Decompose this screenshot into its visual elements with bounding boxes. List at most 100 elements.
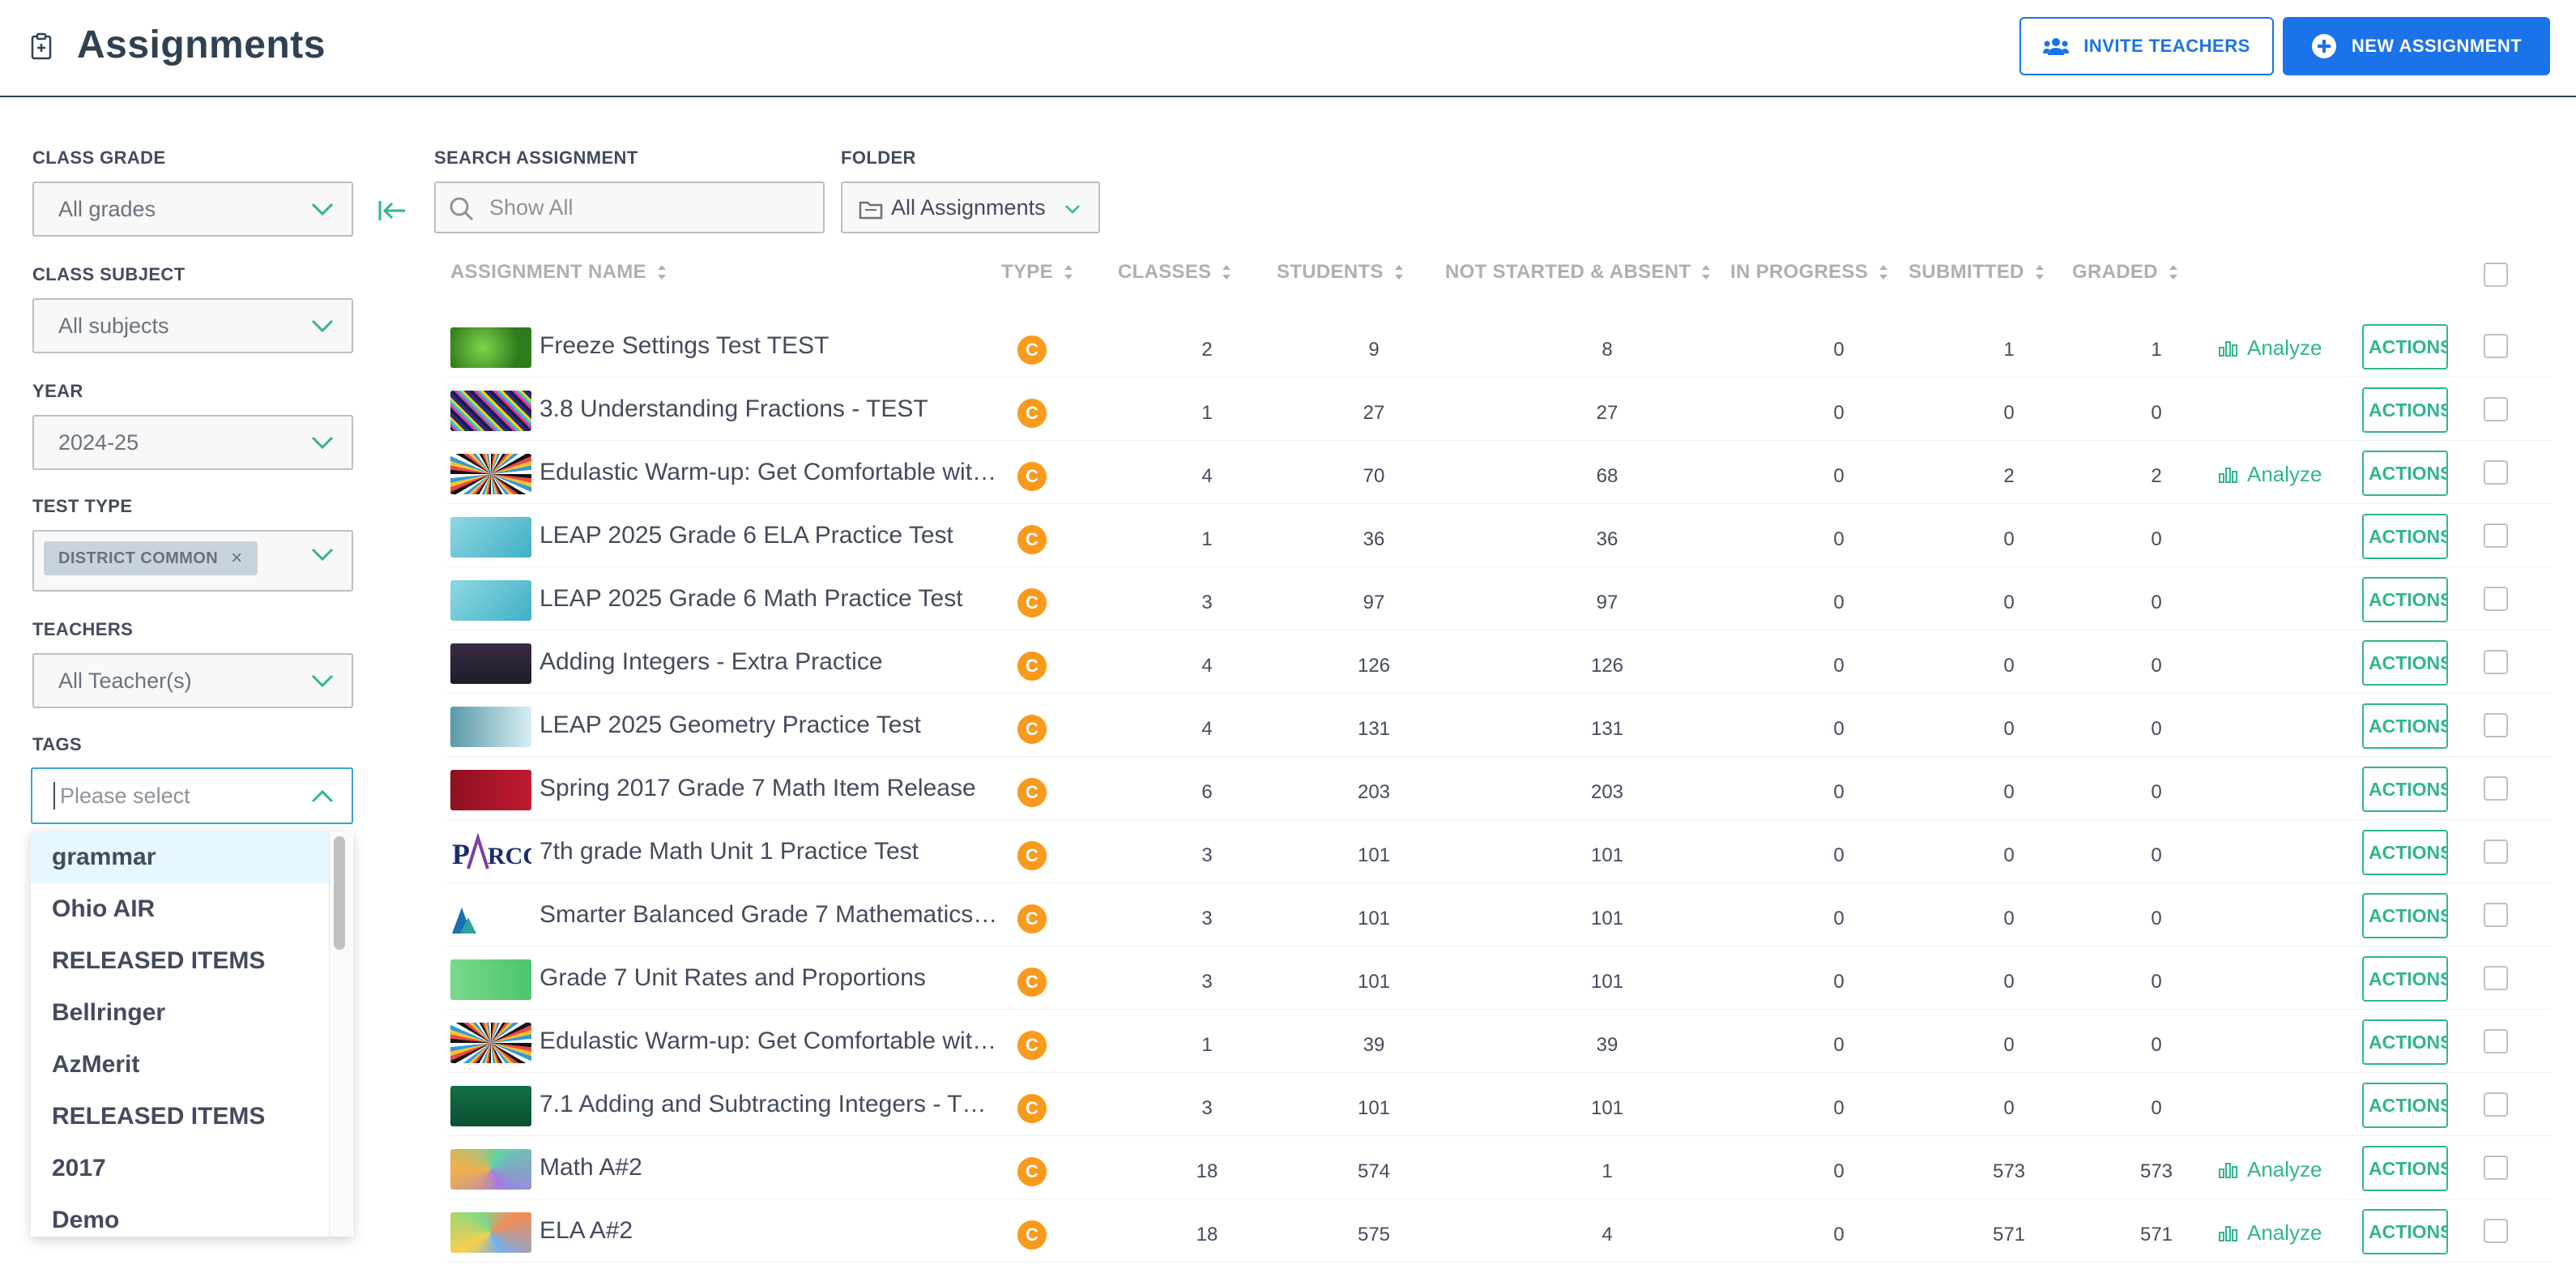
column-header-students[interactable]: STUDENTS bbox=[1277, 261, 1403, 284]
row-checkbox[interactable] bbox=[2484, 966, 2508, 990]
chevron-down-icon bbox=[311, 319, 334, 332]
analyze-link[interactable]: Analyze bbox=[2218, 335, 2322, 361]
table-row[interactable]: LEAP 2025 Grade 6 ELA Practice Test C 1 36 3… bbox=[446, 504, 2552, 567]
actions-button[interactable]: ACTIONS bbox=[2362, 1083, 2448, 1128]
actions-button[interactable]: ACTIONS bbox=[2362, 324, 2448, 370]
row-checkbox[interactable] bbox=[2484, 1156, 2508, 1180]
invite-teachers-button[interactable]: INVITE TEACHERS bbox=[2019, 17, 2274, 75]
teachers-select[interactable]: All Teacher(s) bbox=[32, 653, 353, 708]
analyze-link[interactable]: Analyze bbox=[2218, 1157, 2322, 1182]
close-icon[interactable]: × bbox=[231, 547, 242, 570]
row-checkbox[interactable] bbox=[2484, 776, 2508, 801]
assignment-name[interactable]: Edulastic Warm-up: Get Comfortable with … bbox=[540, 1028, 1001, 1055]
tags-input[interactable]: Please select bbox=[31, 767, 353, 824]
collapse-sidebar-icon[interactable] bbox=[377, 199, 407, 222]
row-checkbox[interactable] bbox=[2484, 1092, 2508, 1117]
row-checkbox[interactable] bbox=[2484, 650, 2508, 674]
class-grade-select[interactable]: All grades bbox=[32, 182, 353, 237]
dropdown-option[interactable]: AzMerit bbox=[31, 1039, 329, 1091]
actions-button[interactable]: ACTIONS bbox=[2362, 767, 2448, 812]
class-subject-select[interactable]: All subjects bbox=[32, 298, 353, 353]
assignment-name[interactable]: Grade 7 Unit Rates and Proportions bbox=[540, 964, 1001, 992]
column-header-submitted[interactable]: SUBMITTED bbox=[1909, 261, 2044, 284]
assignment-name[interactable]: 7th grade Math Unit 1 Practice Test bbox=[540, 838, 1001, 865]
actions-button[interactable]: ACTIONS bbox=[2362, 1209, 2448, 1254]
table-row[interactable]: P RCC 7th grade Math Unit 1 Practice Test C… bbox=[446, 820, 2552, 883]
dropdown-option[interactable]: Ohio AIR bbox=[31, 883, 329, 935]
folder-select[interactable]: All Assignments bbox=[841, 182, 1100, 233]
dropdown-scrollbar[interactable] bbox=[329, 831, 352, 1237]
table-row[interactable]: Grade 7 Unit Rates and Proportions C 3 101 1… bbox=[446, 946, 2552, 1010]
test-type-chip: DISTRICT COMMON × bbox=[44, 541, 258, 575]
row-checkbox[interactable] bbox=[2484, 840, 2508, 864]
graded-count: 0 bbox=[2151, 781, 2162, 803]
actions-button[interactable]: ACTIONS bbox=[2362, 956, 2448, 1002]
analyze-link[interactable]: Analyze bbox=[2218, 1220, 2322, 1246]
table-row[interactable]: 7.1 Adding and Subtracting Integers - TE… bbox=[446, 1073, 2552, 1136]
assignment-name[interactable]: LEAP 2025 Grade 6 Math Practice Test bbox=[540, 585, 1001, 613]
table-row[interactable]: LEAP 2025 Grade 6 Math Practice Test C 3 97… bbox=[446, 567, 2552, 630]
actions-button[interactable]: ACTIONS bbox=[2362, 1146, 2448, 1191]
row-checkbox[interactable] bbox=[2484, 334, 2508, 358]
row-checkbox[interactable] bbox=[2484, 903, 2508, 927]
table-row[interactable]: Smarter Balanced Grade 7 Mathematics Pra… bbox=[446, 883, 2552, 946]
assignment-name[interactable]: Smarter Balanced Grade 7 Mathematics Pra… bbox=[540, 901, 1001, 929]
assignment-name[interactable]: LEAP 2025 Grade 6 ELA Practice Test bbox=[540, 522, 1001, 549]
assignment-name[interactable]: Adding Integers - Extra Practice bbox=[540, 648, 1001, 676]
actions-button[interactable]: ACTIONS bbox=[2362, 640, 2448, 686]
new-assignment-button[interactable]: NEW ASSIGNMENT bbox=[2283, 17, 2550, 75]
actions-button[interactable]: ACTIONS bbox=[2362, 451, 2448, 496]
assignment-name[interactable]: Math A#2 bbox=[540, 1154, 1001, 1181]
select-all-checkbox[interactable] bbox=[2484, 263, 2508, 287]
table-row[interactable]: Adding Integers - Extra Practice C 4 126 126… bbox=[446, 630, 2552, 694]
table-row[interactable]: 3.8 Understanding Fractions - TEST C 1 27 27… bbox=[446, 378, 2552, 441]
analyze-link[interactable]: Analyze bbox=[2218, 462, 2322, 487]
column-header-name[interactable]: ASSIGNMENT NAME bbox=[450, 261, 666, 284]
dropdown-option[interactable]: RELEASED ITEMS bbox=[31, 935, 329, 987]
assignment-name[interactable]: 7.1 Adding and Subtracting Integers - TE… bbox=[540, 1091, 1001, 1118]
actions-button[interactable]: ACTIONS bbox=[2362, 703, 2448, 749]
actions-button[interactable]: ACTIONS bbox=[2362, 893, 2448, 938]
dropdown-option[interactable]: Demo bbox=[31, 1194, 329, 1237]
row-checkbox[interactable] bbox=[2484, 523, 2508, 548]
dropdown-option[interactable]: Bellringer bbox=[31, 987, 329, 1039]
assignment-name[interactable]: 3.8 Understanding Fractions - TEST bbox=[540, 395, 1001, 423]
table-row[interactable]: Edulastic Warm-up: Get Comfortable with … bbox=[446, 1010, 2552, 1073]
row-checkbox[interactable] bbox=[2484, 1029, 2508, 1053]
table-row[interactable]: Freeze Settings Test TEST C 2 9 8 0 1 1 Analyze A… bbox=[446, 314, 2552, 378]
row-checkbox[interactable] bbox=[2484, 1219, 2508, 1243]
row-checkbox[interactable] bbox=[2484, 713, 2508, 737]
table-row[interactable]: Edulastic Warm-up: Get Comfortable with … bbox=[446, 441, 2552, 504]
actions-button[interactable]: ACTIONS bbox=[2362, 514, 2448, 559]
dropdown-option[interactable]: 2017 bbox=[31, 1143, 329, 1194]
table-row[interactable]: Math A#2 C 18 574 1 0 573 573 Analyze ACTIONS bbox=[446, 1136, 2552, 1199]
table-row[interactable]: Spring 2017 Grade 7 Math Item Release C 6 2… bbox=[446, 757, 2552, 820]
assignment-name[interactable]: Edulastic Warm-up: Get Comfortable with … bbox=[540, 459, 1001, 486]
not-started-count: 8 bbox=[1601, 339, 1613, 361]
row-checkbox[interactable] bbox=[2484, 587, 2508, 611]
dropdown-option[interactable]: RELEASED ITEMS bbox=[31, 1091, 329, 1143]
actions-button[interactable]: ACTIONS bbox=[2362, 387, 2448, 433]
actions-button[interactable]: ACTIONS bbox=[2362, 830, 2448, 875]
column-header-type[interactable]: TYPE bbox=[1001, 261, 1073, 284]
type-badge: C bbox=[1017, 778, 1047, 807]
assignment-name[interactable]: LEAP 2025 Geometry Practice Test bbox=[540, 711, 1001, 739]
year-select[interactable]: 2024-25 bbox=[32, 415, 353, 470]
column-header-in-progress[interactable]: IN PROGRESS bbox=[1730, 261, 1887, 284]
column-header-graded[interactable]: GRADED bbox=[2072, 261, 2177, 284]
table-row[interactable]: LEAP 2025 Geometry Practice Test C 4 131 131… bbox=[446, 694, 2552, 757]
column-header-classes[interactable]: CLASSES bbox=[1118, 261, 1231, 284]
row-checkbox[interactable] bbox=[2484, 460, 2508, 485]
search-input[interactable]: Show All bbox=[434, 182, 825, 233]
assignment-name[interactable]: Spring 2017 Grade 7 Math Item Release bbox=[540, 775, 1001, 802]
scrollbar-thumb[interactable] bbox=[334, 836, 345, 950]
column-header-not-started[interactable]: NOT STARTED & ABSENT bbox=[1445, 261, 1711, 284]
dropdown-option[interactable]: grammar bbox=[31, 831, 329, 883]
assignment-name[interactable]: ELA A#2 bbox=[540, 1217, 1001, 1245]
table-row[interactable]: ELA A#2 C 18 575 4 0 571 571 Analyze ACTIONS bbox=[446, 1199, 2552, 1263]
row-checkbox[interactable] bbox=[2484, 397, 2508, 421]
actions-button[interactable]: ACTIONS bbox=[2362, 1019, 2448, 1065]
assignment-name[interactable]: Freeze Settings Test TEST bbox=[540, 332, 1001, 360]
test-type-select[interactable]: DISTRICT COMMON × bbox=[32, 530, 353, 592]
actions-button[interactable]: ACTIONS bbox=[2362, 577, 2448, 622]
